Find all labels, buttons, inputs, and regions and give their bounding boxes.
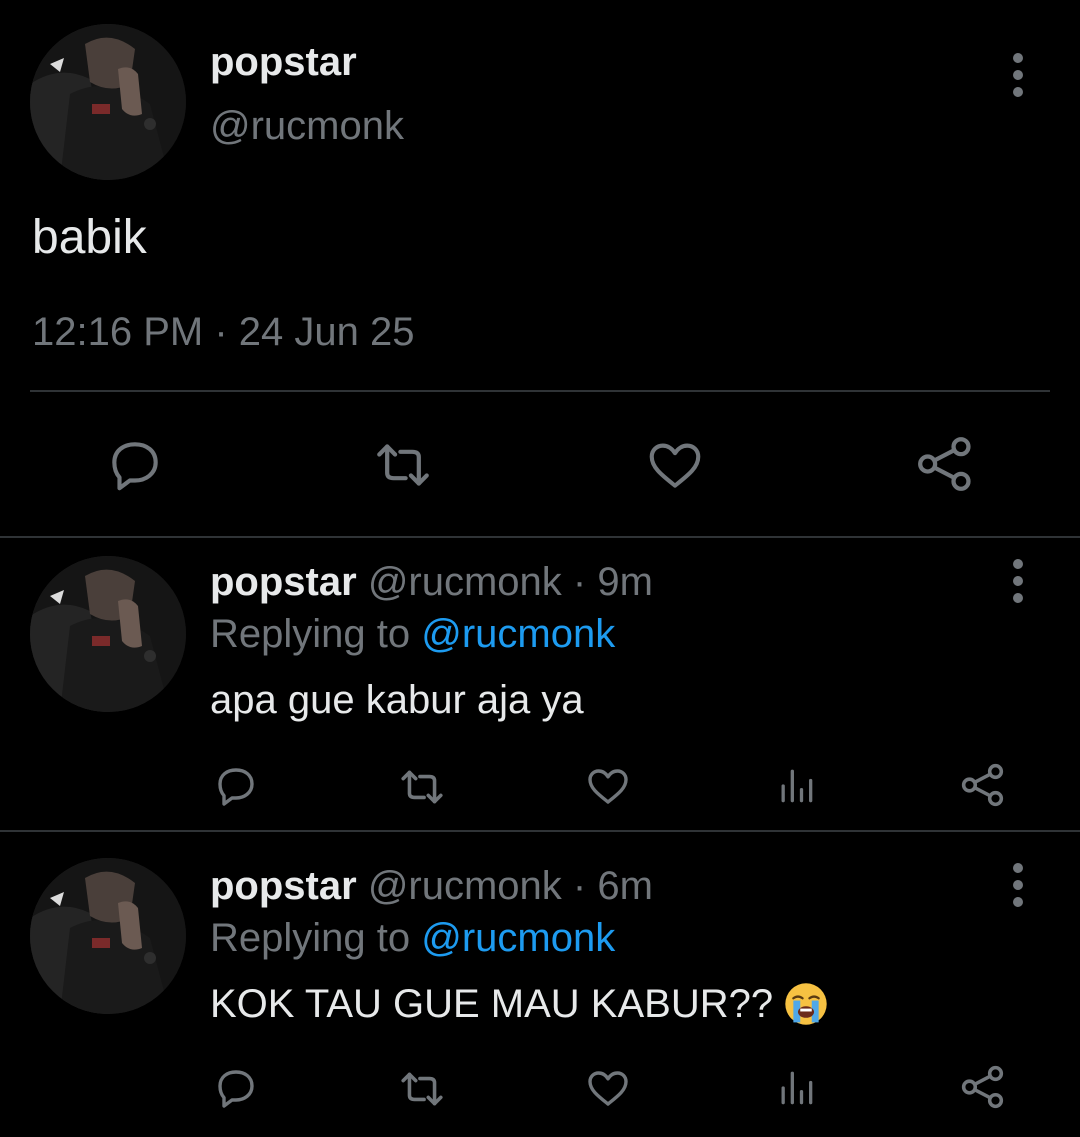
reply-icon[interactable] [212,1064,260,1112]
divider [30,390,1050,392]
loudly-crying-face-icon [783,981,829,1038]
divider [0,536,1080,538]
replying-to: Replying to @rucmonk [210,610,615,658]
like-icon[interactable] [644,434,706,496]
handle-and-time[interactable]: @rucmonk · 9m [368,560,653,604]
tweet-timestamp[interactable]: 12:16 PM · 24 Jun 25 [32,308,414,356]
reply-text-line: KOK TAU GUE MAU KABUR?? [210,980,829,1038]
share-icon[interactable] [958,1062,1008,1112]
mention-link[interactable]: @rucmonk [421,916,615,960]
display-name[interactable]: popstar [210,864,357,908]
replying-to: Replying to @rucmonk [210,914,615,962]
replying-prefix: Replying to [210,916,411,960]
share-icon[interactable] [912,432,978,496]
like-icon[interactable] [584,762,632,810]
mention-link[interactable]: @rucmonk [421,612,615,656]
reply-header[interactable]: popstar @rucmonk · 6m [210,862,653,910]
replying-prefix: Replying to [210,612,411,656]
more-icon[interactable] [998,860,1038,910]
views-icon[interactable] [774,764,818,808]
avatar[interactable] [30,858,186,1014]
more-icon[interactable] [998,556,1038,606]
retweet-icon[interactable] [396,764,448,810]
retweet-icon[interactable] [370,436,436,494]
more-icon[interactable] [998,50,1038,100]
share-icon[interactable] [958,760,1008,810]
reply-icon[interactable] [212,762,260,810]
handle-and-time[interactable]: @rucmonk · 6m [368,864,653,908]
reply-text: KOK TAU GUE MAU KABUR?? [210,982,774,1026]
reply-icon[interactable] [104,434,166,496]
avatar[interactable] [30,24,186,180]
divider [0,830,1080,832]
display-name[interactable]: popstar [210,38,357,86]
reply-header[interactable]: popstar @rucmonk · 9m [210,558,653,606]
views-icon[interactable] [774,1066,818,1110]
user-handle[interactable]: @rucmonk [210,102,404,150]
display-name[interactable]: popstar [210,560,357,604]
tweet-text: babik [32,211,147,264]
retweet-icon[interactable] [396,1066,448,1112]
like-icon[interactable] [584,1064,632,1112]
reply-text: apa gue kabur aja ya [210,678,584,722]
avatar[interactable] [30,556,186,712]
